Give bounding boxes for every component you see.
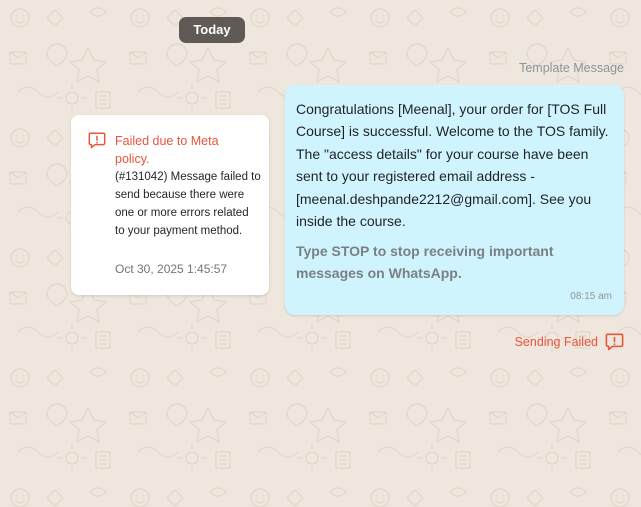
message-body: Congratulations [Meenal], your order for… xyxy=(296,101,609,230)
error-title: Failed due to Meta policy. xyxy=(115,134,219,166)
sending-failed-status[interactable]: Sending Failed xyxy=(515,332,624,351)
error-card: Failed due to Meta policy. (#131042) Mes… xyxy=(71,115,269,295)
alert-icon[interactable] xyxy=(605,332,624,351)
error-timestamp: Oct 30, 2025 1:45:57 xyxy=(115,262,228,276)
template-message-label: Template Message xyxy=(519,61,624,75)
date-separator: Today xyxy=(179,17,245,43)
alert-icon xyxy=(88,132,106,149)
error-message: (#131042) Message failed to send because… xyxy=(115,171,261,237)
sending-failed-label: Sending Failed xyxy=(514,334,598,349)
outgoing-message-bubble[interactable]: Congratulations [Meenal], your order for… xyxy=(285,85,624,315)
message-footer: Type STOP to stop receiving important me… xyxy=(296,243,554,282)
message-time: 08:15 am xyxy=(570,291,612,302)
